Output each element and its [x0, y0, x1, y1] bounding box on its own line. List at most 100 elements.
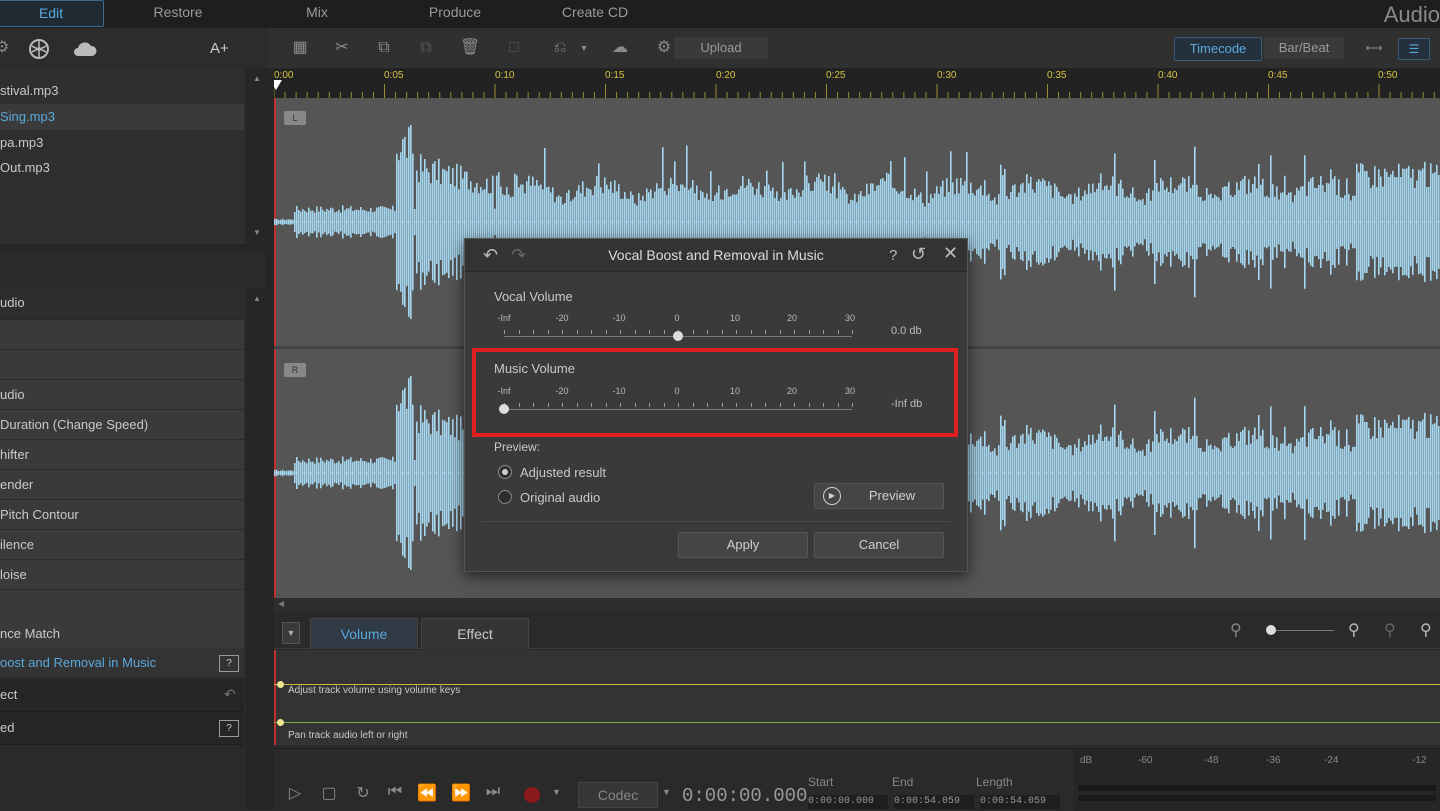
paste-icon[interactable]: ⧉ [416, 38, 436, 58]
effect-help-icon[interactable]: ? [219, 655, 239, 672]
crop-icon[interactable]: □ [504, 38, 524, 58]
cut-icon[interactable]: ✂ [332, 38, 352, 58]
effect-item[interactable]: nce Match [0, 619, 244, 649]
zoom-fit-icon[interactable]: ⚲ [1384, 620, 1396, 640]
tab-volume[interactable]: Volume [310, 618, 418, 649]
pan-envelope-point[interactable] [277, 719, 284, 726]
option-adjusted-label: Adjusted result [520, 465, 606, 480]
effect-item-vocal-boost[interactable]: oost and Removal in Music [0, 648, 244, 678]
copy-icon[interactable]: ⧉ [374, 38, 394, 58]
fast-forward-icon[interactable]: ⏩ [450, 783, 472, 803]
export-icon[interactable]: ☁ [610, 38, 630, 58]
menu-tab-mix[interactable]: Mix [270, 0, 364, 25]
go-end-icon[interactable]: ⏭ [482, 783, 504, 801]
effect-item[interactable] [0, 320, 244, 350]
scroll-down-icon[interactable]: ▼ [253, 228, 261, 237]
length-value[interactable]: 0:00:54.059 [980, 795, 1060, 809]
volume-envelope-point[interactable] [277, 681, 284, 688]
effect-item[interactable]: Pitch Contour [0, 500, 244, 530]
file-item[interactable]: stival.mp3 [0, 78, 244, 104]
effect-item[interactable]: hifter [0, 440, 244, 470]
apply-button[interactable]: Apply [678, 532, 808, 558]
effect-item[interactable]: udio [0, 380, 244, 410]
pan-envelope-line[interactable] [274, 722, 1440, 723]
settings-icon[interactable]: ⚙ [654, 38, 674, 58]
loop-icon[interactable]: ↻ [352, 783, 374, 803]
upload-button[interactable]: Upload [674, 37, 768, 59]
zoom-in-icon[interactable]: ⚲ [1348, 620, 1360, 640]
select-icon[interactable]: ▦ [290, 38, 310, 58]
horizontal-scrollbar[interactable]: ◀ [274, 598, 1440, 610]
codec-dropdown-icon[interactable]: ▼ [662, 787, 671, 797]
vocal-volume-knob[interactable] [673, 331, 683, 341]
record-dropdown-icon[interactable]: ▼ [552, 787, 561, 797]
codec-button[interactable]: Codec [578, 782, 658, 808]
zoom-slider-knob[interactable] [1266, 625, 1276, 635]
marker-dropdown-icon[interactable]: ▼ [574, 38, 594, 58]
scale-tick [605, 330, 607, 334]
file-list-scrollbar[interactable]: ▲ ▼ [246, 68, 266, 244]
preview-button[interactable]: ▶ Preview [814, 483, 944, 509]
panel-splitter[interactable] [0, 244, 266, 252]
cloud-icon[interactable] [72, 40, 98, 63]
reset-icon[interactable]: ↺ [911, 244, 926, 265]
effects-group-footer[interactable]: ect [0, 679, 244, 712]
effect-item[interactable]: loise [0, 560, 244, 590]
go-start-icon[interactable]: ⏮ [384, 783, 406, 801]
dialog-divider [481, 521, 951, 522]
end-value[interactable]: 0:00:54.059 [894, 795, 974, 809]
menu-tab-edit[interactable]: Edit [0, 0, 104, 27]
snap-icon[interactable]: ⟷ [1364, 38, 1384, 58]
meter-label: -24 [1324, 755, 1339, 766]
undo-icon[interactable]: ↶ [224, 686, 236, 703]
rewind-icon[interactable]: ⏪ [416, 783, 438, 803]
help-icon[interactable]: ? [889, 247, 897, 264]
effect-item[interactable]: Duration (Change Speed) [0, 410, 244, 440]
envelope-area[interactable]: Adjust track volume using volume keys Pa… [274, 650, 1440, 745]
effect-item[interactable]: ender [0, 470, 244, 500]
tab-effect[interactable]: Effect [421, 618, 529, 649]
effects-group-header[interactable]: udio [0, 288, 266, 318]
zoom-slider-track[interactable] [1270, 630, 1334, 631]
option-original-audio[interactable]: Original audio [498, 489, 698, 507]
effect-item[interactable] [0, 350, 244, 380]
close-icon[interactable]: ✕ [943, 243, 958, 264]
stop-icon[interactable]: ▢ [318, 783, 340, 803]
scroll-up-icon[interactable]: ▲ [253, 294, 261, 303]
effects-scrollbar[interactable]: ▲ [246, 288, 266, 810]
effects-group-footer[interactable]: ed [0, 712, 244, 745]
delete-icon[interactable]: 🗑 [460, 38, 480, 58]
play-icon[interactable]: ▷ [284, 783, 306, 803]
file-item[interactable]: pa.mp3 [0, 130, 244, 156]
collapse-icon[interactable]: ▼ [282, 622, 300, 644]
radio-original[interactable] [498, 490, 512, 504]
timeline-ruler[interactable]: 0:00 0:05 0:10 0:15 0:20 0:25 0:30 0:35 … [270, 68, 1440, 99]
vertical-splitter[interactable] [266, 68, 274, 810]
timecode-button[interactable]: Timecode [1174, 37, 1262, 61]
file-item[interactable]: Out.mp3 [0, 155, 244, 181]
marker-icon[interactable]: ⎌ [550, 38, 570, 58]
effect-item[interactable] [0, 590, 244, 620]
file-list: stival.mp3 Sing.mp3 pa.mp3 Out.mp3 [0, 68, 244, 244]
globe-icon[interactable] [28, 38, 50, 65]
menu-tab-restore[interactable]: Restore [128, 0, 228, 25]
text-size-button[interactable]: A+ [210, 40, 229, 57]
effect-help-icon[interactable]: ? [219, 720, 239, 737]
menu-tab-create-cd[interactable]: Create CD [540, 0, 650, 25]
import-icon[interactable]: ⚙ [0, 38, 12, 58]
record-icon[interactable] [524, 787, 540, 803]
scroll-up-icon[interactable]: ▲ [253, 74, 261, 83]
fit-icon[interactable]: ☰ [1398, 38, 1430, 60]
cancel-button[interactable]: Cancel [814, 532, 944, 558]
effect-item[interactable]: ilence [0, 530, 244, 560]
zoom-out-icon[interactable]: ⚲ [1230, 620, 1242, 640]
zoom-full-icon[interactable]: ⚲ [1420, 620, 1432, 640]
vocal-volume-slider[interactable]: -Inf -20 -10 0 10 20 30 [487, 313, 867, 343]
radio-adjusted[interactable] [498, 465, 512, 479]
barbeat-button[interactable]: Bar/Beat [1264, 37, 1344, 59]
scroll-left-icon[interactable]: ◀ [278, 599, 284, 608]
start-value[interactable]: 0:00:00.000 [808, 795, 888, 809]
option-adjusted-result[interactable]: Adjusted result [498, 464, 698, 482]
file-item-selected[interactable]: Sing.mp3 [0, 104, 244, 130]
menu-tab-produce[interactable]: Produce [400, 0, 510, 25]
